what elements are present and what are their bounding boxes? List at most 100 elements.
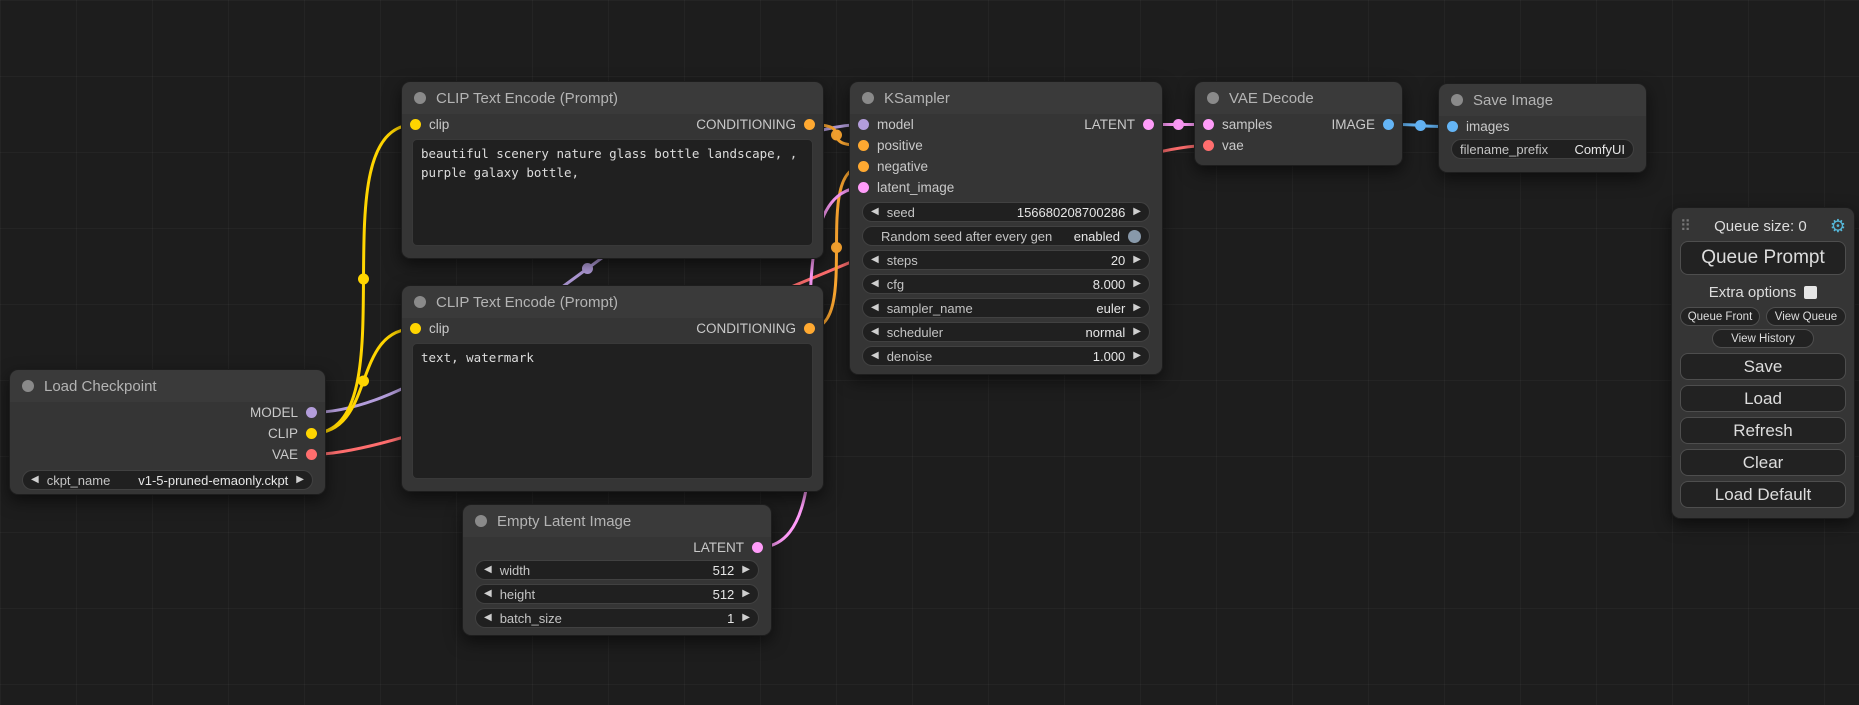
negative-prompt-textarea[interactable]: text, watermark (412, 343, 813, 479)
images-input-port[interactable] (1447, 121, 1458, 132)
positive-input-port[interactable] (858, 140, 869, 151)
random-seed-toggle-widget[interactable]: Random seed after every gen enabled (862, 226, 1150, 246)
widget-label: seed (887, 205, 915, 220)
conditioning-output-port[interactable] (804, 323, 815, 334)
node-title-bar: VAE Decode (1195, 82, 1402, 114)
node-title-bar: CLIP Text Encode (Prompt) (402, 286, 823, 318)
view-queue-button[interactable]: View Queue (1766, 307, 1846, 326)
load-default-button[interactable]: Load Default (1680, 481, 1846, 508)
increment-arrow-icon[interactable]: ▶ (1133, 351, 1141, 361)
model-output-port[interactable] (306, 407, 317, 418)
increment-arrow-icon[interactable]: ▶ (296, 475, 304, 485)
increment-arrow-icon[interactable]: ▶ (1133, 207, 1141, 217)
width-widget[interactable]: ◀ width 512 ▶ (475, 560, 759, 580)
node-title: Load Checkpoint (44, 378, 157, 395)
extra-options-checkbox[interactable] (1804, 286, 1817, 299)
positive-prompt-textarea[interactable]: beautiful scenery nature glass bottle la… (412, 139, 813, 246)
node-collapse-dot-icon[interactable] (475, 515, 487, 527)
node-collapse-dot-icon[interactable] (1207, 92, 1219, 104)
node-collapse-dot-icon[interactable] (414, 296, 426, 308)
decrement-arrow-icon[interactable]: ◀ (484, 613, 492, 623)
queue-menu-panel: ⠿ Queue size: 0 ⚙ Queue Prompt Extra opt… (1671, 207, 1855, 519)
clip-input-port[interactable] (410, 119, 421, 130)
queue-prompt-button[interactable]: Queue Prompt (1680, 241, 1846, 275)
node-collapse-dot-icon[interactable] (414, 92, 426, 104)
node-empty-latent-image[interactable]: Empty Latent Image LATENT ◀ width 512 ▶ … (462, 504, 772, 636)
widget-value: v1-5-pruned-emaonly.ckpt (138, 473, 288, 488)
node-collapse-dot-icon[interactable] (1451, 94, 1463, 106)
conditioning-output-label: CONDITIONING (696, 117, 796, 132)
toggle-on-icon[interactable] (1128, 230, 1141, 243)
latent-output-port[interactable] (1143, 119, 1154, 130)
cfg-widget[interactable]: ◀ cfg 8.000 ▶ (862, 274, 1150, 294)
increment-arrow-icon[interactable]: ▶ (1133, 303, 1141, 313)
node-title-bar: Load Checkpoint (10, 370, 325, 402)
vae-input-port[interactable] (1203, 140, 1214, 151)
widget-value: ComfyUI (1574, 142, 1625, 157)
clip-input-label: clip (429, 117, 449, 132)
refresh-button[interactable]: Refresh (1680, 417, 1846, 444)
widget-label: sampler_name (887, 301, 973, 316)
latent-image-input-port[interactable] (858, 182, 869, 193)
decrement-arrow-icon[interactable]: ◀ (871, 255, 879, 265)
save-button[interactable]: Save (1680, 353, 1846, 380)
denoise-widget[interactable]: ◀ denoise 1.000 ▶ (862, 346, 1150, 366)
decrement-arrow-icon[interactable]: ◀ (871, 327, 879, 337)
image-output-port[interactable] (1383, 119, 1394, 130)
queue-buttons-row: Queue Front View Queue (1680, 307, 1846, 326)
queue-front-button[interactable]: Queue Front (1680, 307, 1760, 326)
increment-arrow-icon[interactable]: ▶ (1133, 327, 1141, 337)
decrement-arrow-icon[interactable]: ◀ (871, 351, 879, 361)
load-button[interactable]: Load (1680, 385, 1846, 412)
decrement-arrow-icon[interactable]: ◀ (871, 279, 879, 289)
latent-output-port[interactable] (752, 542, 763, 553)
sampler-name-widget[interactable]: ◀ sampler_name euler ▶ (862, 298, 1150, 318)
clear-button[interactable]: Clear (1680, 449, 1846, 476)
increment-arrow-icon[interactable]: ▶ (742, 613, 750, 623)
node-title: Empty Latent Image (497, 513, 631, 530)
clip-input-port[interactable] (410, 323, 421, 334)
decrement-arrow-icon[interactable]: ◀ (484, 589, 492, 599)
decrement-arrow-icon[interactable]: ◀ (871, 207, 879, 217)
widget-label: width (500, 563, 530, 578)
decrement-arrow-icon[interactable]: ◀ (31, 475, 39, 485)
queue-size-label: Queue size: 0 (1691, 218, 1830, 235)
node-clip-text-encode-positive[interactable]: CLIP Text Encode (Prompt) clip CONDITION… (401, 81, 824, 259)
scheduler-widget[interactable]: ◀ scheduler normal ▶ (862, 322, 1150, 342)
increment-arrow-icon[interactable]: ▶ (742, 589, 750, 599)
widget-value: enabled (1074, 229, 1120, 244)
seed-widget[interactable]: ◀ seed 156680208700286 ▶ (862, 202, 1150, 222)
conditioning-output-port[interactable] (804, 119, 815, 130)
node-load-checkpoint[interactable]: Load Checkpoint MODEL CLIP VAE ◀ ckpt_na… (9, 369, 326, 495)
node-save-image[interactable]: Save Image images filename_prefix ComfyU… (1438, 83, 1647, 173)
increment-arrow-icon[interactable]: ▶ (742, 565, 750, 575)
vae-input-label: vae (1222, 138, 1244, 153)
node-collapse-dot-icon[interactable] (862, 92, 874, 104)
output-row: MODEL (10, 402, 325, 423)
ckpt-name-widget[interactable]: ◀ ckpt_name v1-5-pruned-emaonly.ckpt ▶ (22, 470, 313, 490)
extra-options-row: Extra options (1680, 280, 1846, 304)
drag-handle-icon[interactable]: ⠿ (1680, 217, 1691, 235)
node-ksampler[interactable]: KSampler model positive negative latent_… (849, 81, 1163, 375)
images-input-label: images (1466, 119, 1510, 134)
clip-output-port[interactable] (306, 428, 317, 439)
negative-input-port[interactable] (858, 161, 869, 172)
decrement-arrow-icon[interactable]: ◀ (484, 565, 492, 575)
vae-output-port[interactable] (306, 449, 317, 460)
node-collapse-dot-icon[interactable] (22, 380, 34, 392)
settings-gear-icon[interactable]: ⚙ (1830, 216, 1846, 237)
node-vae-decode[interactable]: VAE Decode samples vae IMAGE (1194, 81, 1403, 166)
model-input-port[interactable] (858, 119, 869, 130)
filename-prefix-widget[interactable]: filename_prefix ComfyUI (1451, 139, 1634, 159)
samples-input-port[interactable] (1203, 119, 1214, 130)
view-history-button[interactable]: View History (1712, 329, 1815, 348)
increment-arrow-icon[interactable]: ▶ (1133, 279, 1141, 289)
batch-size-widget[interactable]: ◀ batch_size 1 ▶ (475, 608, 759, 628)
steps-widget[interactable]: ◀ steps 20 ▶ (862, 250, 1150, 270)
increment-arrow-icon[interactable]: ▶ (1133, 255, 1141, 265)
height-widget[interactable]: ◀ height 512 ▶ (475, 584, 759, 604)
extra-options-label: Extra options (1709, 284, 1797, 301)
node-clip-text-encode-negative[interactable]: CLIP Text Encode (Prompt) clip CONDITION… (401, 285, 824, 492)
decrement-arrow-icon[interactable]: ◀ (871, 303, 879, 313)
vae-output-label: VAE (272, 447, 298, 462)
